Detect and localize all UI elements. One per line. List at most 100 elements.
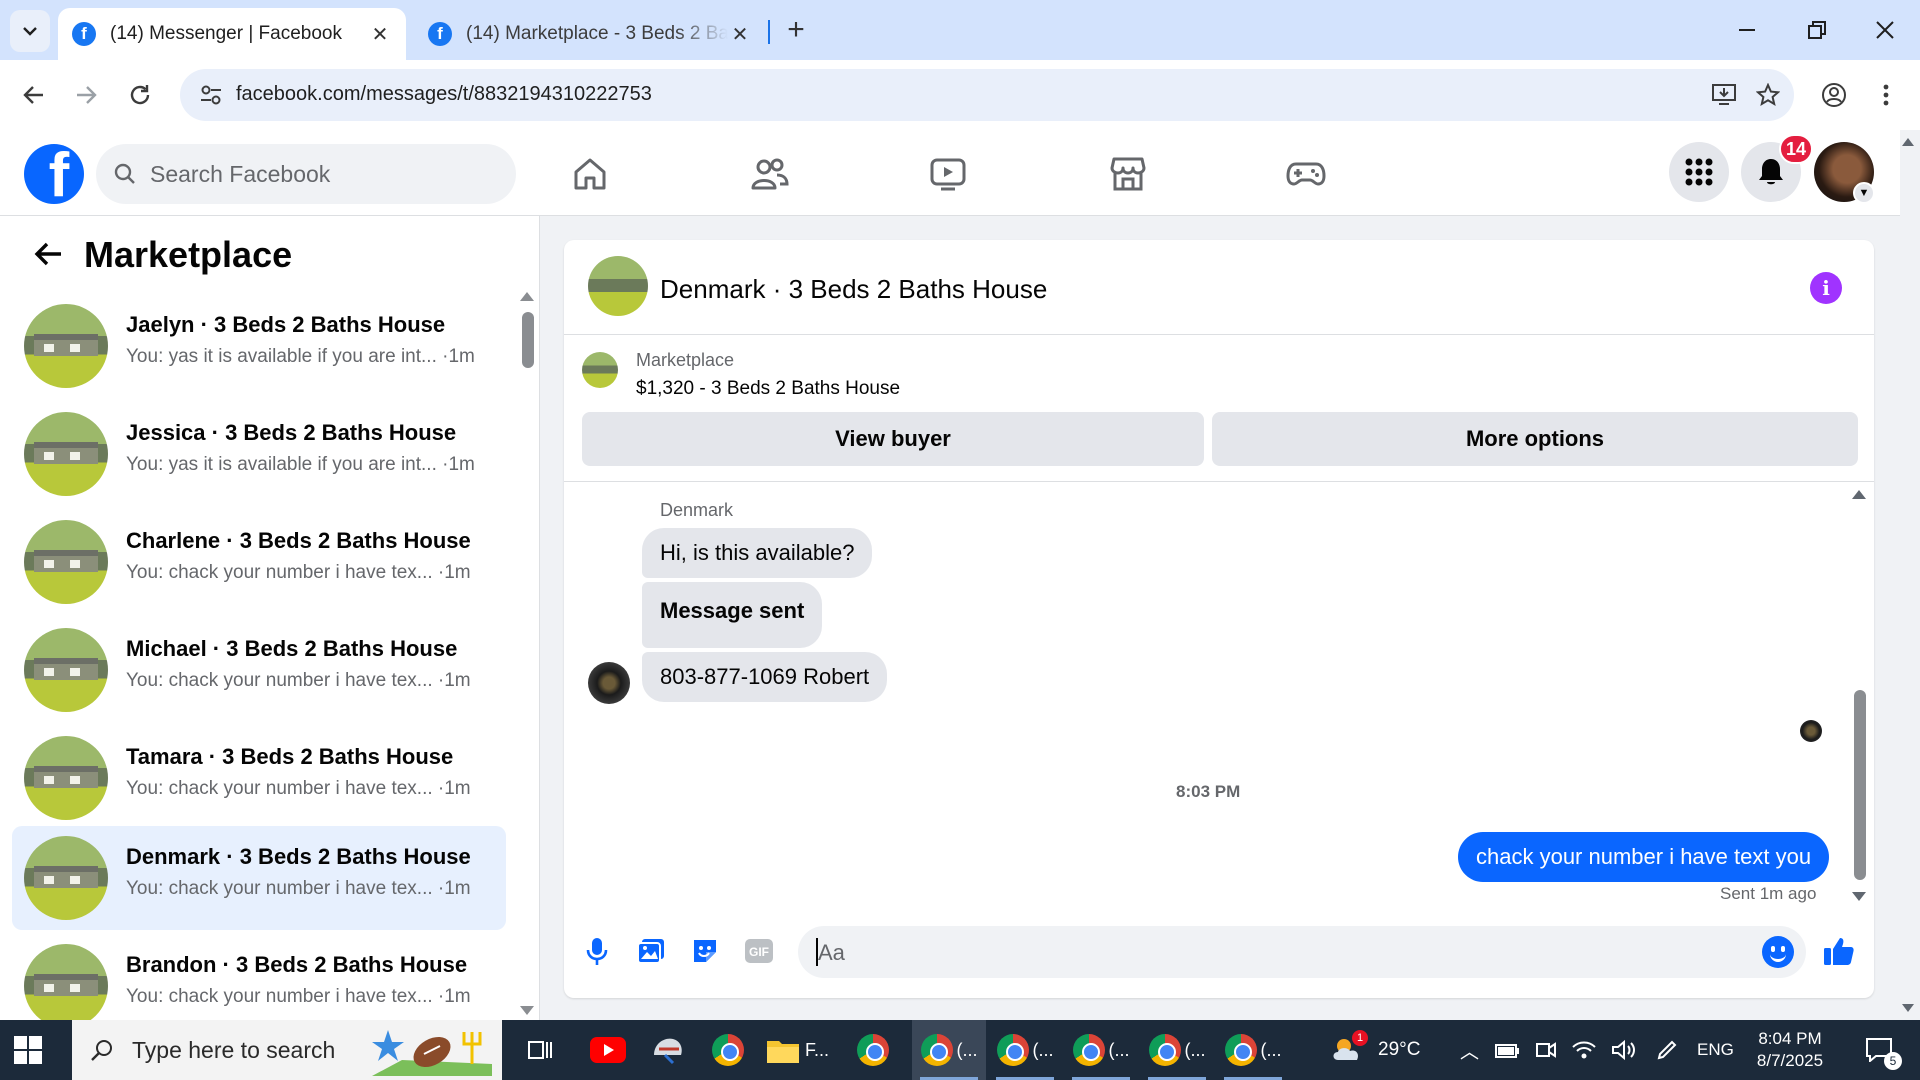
facebook-search-input[interactable]: Search Facebook — [96, 144, 516, 204]
reload-button[interactable] — [120, 75, 160, 115]
wifi-icon[interactable] — [1571, 1039, 1597, 1061]
page-scroll-up-arrow[interactable] — [1902, 138, 1914, 146]
conversation-item-selected[interactable]: Denmark · 3 Beds 2 Baths House You: chac… — [12, 826, 506, 930]
task-view-icon[interactable] — [520, 1020, 560, 1080]
conversation-preview: You: chack your number i have tex... ·1m — [126, 878, 471, 899]
weather-widget[interactable]: 1 29°C — [1330, 1020, 1420, 1080]
incoming-message-bubble[interactable]: 803-877-1069 Robert — [642, 652, 888, 702]
search-placeholder: Search Facebook — [150, 160, 331, 187]
tab-search-button[interactable] — [10, 10, 50, 52]
windows-start-icon[interactable] — [14, 1036, 42, 1064]
conversation-preview: You: chack your number i have tex... ·1m — [126, 562, 471, 583]
account-chevron-down-icon[interactable]: ▼ — [1853, 182, 1875, 204]
scroll-down-arrow[interactable] — [520, 1006, 534, 1015]
conversation-preview: You: yas it is available if you are int.… — [126, 346, 475, 367]
like-thumbs-up-icon[interactable] — [1822, 934, 1856, 968]
show-hidden-icons-chevron-up-icon[interactable]: ︿ — [1460, 1037, 1479, 1064]
marketplace-listing-card: Marketplace $1,320 - 3 Beds 2 Baths Hous… — [564, 336, 1874, 482]
emoji-icon[interactable] — [1762, 936, 1794, 968]
sticker-icon[interactable] — [688, 934, 722, 968]
chrome-window-app[interactable]: (... — [912, 1020, 986, 1080]
battery-icon[interactable] — [1495, 1039, 1521, 1061]
scrollbar-thumb[interactable] — [522, 312, 534, 368]
incoming-message-bubble[interactable]: Hi, is this available? — [642, 528, 873, 578]
browser-menu-button[interactable] — [1866, 75, 1906, 115]
chrome-window-app[interactable]: (... — [988, 1020, 1062, 1080]
clock[interactable]: 8:04 PM 8/7/2025 — [1740, 1020, 1840, 1080]
helmet-app-icon[interactable] — [646, 1020, 690, 1080]
message-input[interactable]: Aa — [798, 926, 1806, 978]
bookmark-star-icon[interactable] — [1754, 81, 1782, 109]
chrome-profile-app-icon[interactable] — [850, 1020, 896, 1080]
seen-indicator-avatar — [1800, 720, 1822, 742]
conversation-item[interactable]: Tamara · 3 Beds 2 Baths House You: chack… — [12, 726, 506, 830]
outgoing-message-bubble[interactable]: chack your number i have text you — [1458, 832, 1830, 882]
scroll-up-arrow[interactable] — [1852, 490, 1866, 499]
photo-attach-icon[interactable] — [634, 934, 668, 968]
conversation-item[interactable]: Brandon · 3 Beds 2 Baths House You: chac… — [12, 934, 506, 1020]
conversation-name: Michael · 3 Beds 2 Baths House — [126, 636, 458, 661]
listing-thumbnail — [24, 736, 108, 820]
input-language[interactable]: ENG — [1697, 1040, 1734, 1060]
sender-avatar[interactable] — [588, 662, 630, 704]
conversation-item[interactable]: Jessica · 3 Beds 2 Baths House You: yas … — [12, 402, 506, 506]
grid-menu-icon — [1685, 158, 1713, 186]
menu-grid-button[interactable] — [1669, 142, 1729, 202]
site-settings-icon[interactable] — [198, 82, 224, 108]
conversation-name: Tamara · 3 Beds 2 Baths House — [126, 744, 454, 769]
back-button[interactable] — [14, 75, 54, 115]
back-arrow-button[interactable] — [30, 236, 66, 272]
address-bar[interactable]: facebook.com/messages/t/8832194310222753 — [180, 69, 1794, 121]
taskbar-search-box[interactable]: Type here to search — [72, 1020, 502, 1080]
chevron-down-icon — [23, 27, 37, 36]
conversation-item[interactable]: Jaelyn · 3 Beds 2 Baths House You: yas i… — [12, 294, 506, 398]
forward-button[interactable] — [66, 75, 106, 115]
incoming-message-bubble[interactable]: Message sent — [642, 582, 823, 648]
chrome-window-app[interactable]: (... — [1140, 1020, 1214, 1080]
facebook-logo-letter: f — [48, 144, 70, 205]
tab-marketplace[interactable]: f (14) Marketplace - 3 Beds 2 Bat ✕ — [414, 8, 766, 60]
new-tab-button[interactable]: + — [780, 12, 812, 48]
scroll-up-arrow[interactable] — [520, 292, 534, 301]
friends-icon[interactable] — [746, 150, 794, 198]
home-icon[interactable] — [566, 150, 614, 198]
conversation-item[interactable]: Michael · 3 Beds 2 Baths House You: chac… — [12, 618, 506, 722]
chrome-app-icon[interactable] — [706, 1020, 750, 1080]
chat-listing-avatar[interactable] — [588, 256, 648, 316]
conversation-item[interactable]: Charlene · 3 Beds 2 Baths House You: cha… — [12, 510, 506, 614]
file-explorer-app[interactable]: F... — [762, 1020, 834, 1080]
chrome-window-app[interactable]: (... — [1064, 1020, 1138, 1080]
view-buyer-button[interactable]: View buyer — [582, 412, 1204, 466]
facebook-logo[interactable]: f — [24, 144, 84, 204]
listing-price-title[interactable]: $1,320 - 3 Beds 2 Baths House — [636, 378, 900, 400]
meet-now-icon[interactable] — [1535, 1039, 1557, 1061]
profile-button[interactable] — [1814, 75, 1854, 115]
page-scroll-down-arrow[interactable] — [1902, 1004, 1914, 1012]
info-icon[interactable]: i — [1810, 272, 1842, 304]
microphone-icon[interactable] — [580, 934, 614, 968]
conversation-name: Jessica · 3 Beds 2 Baths House — [126, 420, 457, 445]
tab-messenger[interactable]: f (14) Messenger | Facebook ✕ — [58, 8, 406, 60]
close-tab-icon[interactable]: ✕ — [368, 22, 392, 47]
minimize-button[interactable] — [1712, 0, 1782, 60]
close-window-button[interactable] — [1850, 0, 1920, 60]
gif-icon[interactable]: GIF — [742, 934, 776, 968]
volume-icon[interactable] — [1611, 1039, 1637, 1061]
listing-thumbnail — [24, 944, 108, 1020]
youtube-app-icon[interactable] — [586, 1020, 630, 1080]
tab-separator — [768, 20, 770, 44]
chat-title[interactable]: Denmark · 3 Beds 2 Baths House — [660, 274, 1047, 305]
scroll-down-arrow[interactable] — [1852, 892, 1866, 901]
chrome-window-app[interactable]: (... — [1216, 1020, 1290, 1080]
close-tab-icon[interactable]: ✕ — [728, 22, 752, 47]
marketplace-icon[interactable] — [1104, 150, 1152, 198]
scrollbar-thumb[interactable] — [1854, 690, 1866, 880]
notification-center-button[interactable]: 5 — [1856, 1020, 1902, 1080]
video-icon[interactable] — [924, 150, 972, 198]
pen-icon[interactable] — [1655, 1038, 1679, 1062]
message-timestamp: 8:03 PM — [1176, 782, 1241, 801]
more-options-button[interactable]: More options — [1212, 412, 1858, 466]
gaming-icon[interactable] — [1282, 150, 1330, 198]
restore-button[interactable] — [1782, 0, 1852, 60]
install-app-icon[interactable] — [1710, 81, 1738, 109]
